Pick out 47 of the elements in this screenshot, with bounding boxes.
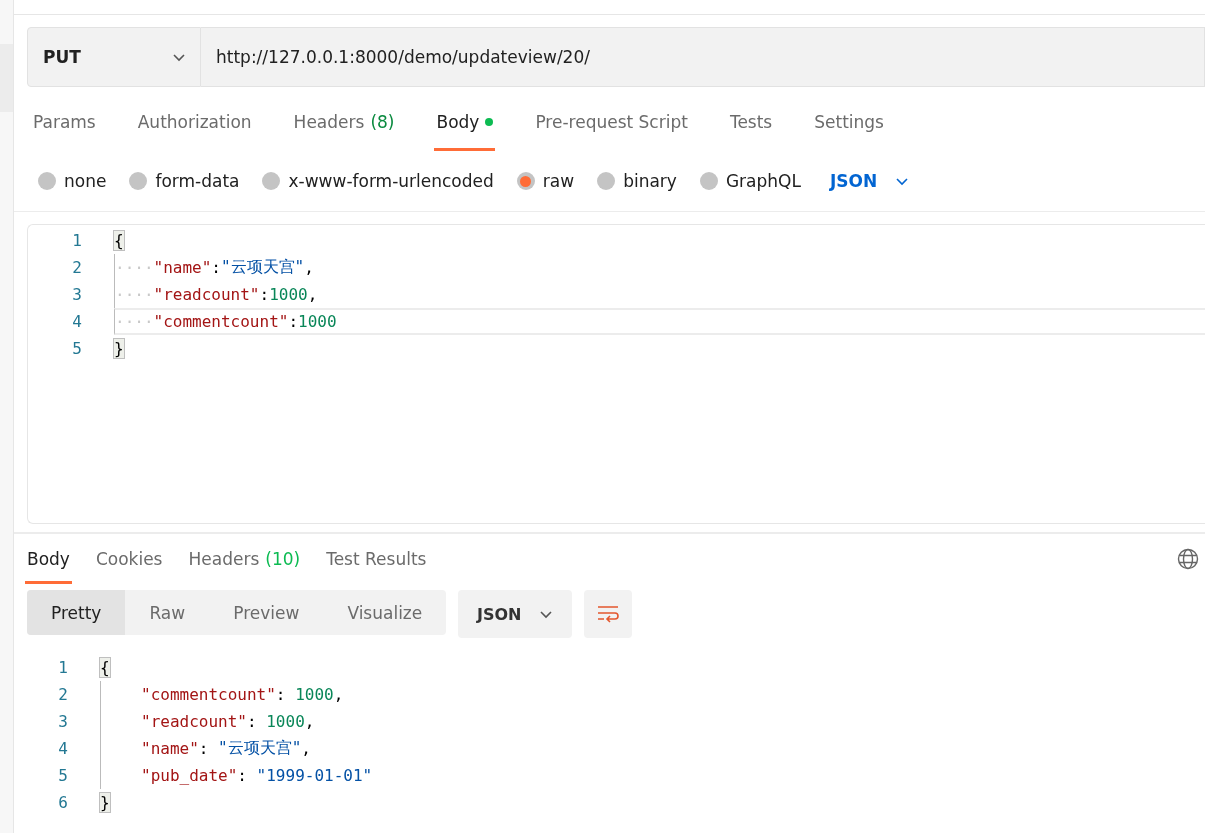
language-dropdown[interactable]: JSON — [829, 171, 910, 191]
line-number: 1 — [57, 657, 68, 679]
line-number: 3 — [57, 711, 68, 733]
response-tab[interactable]: Headers (10) — [186, 534, 303, 584]
body-type-radio[interactable]: none — [38, 171, 107, 191]
view-mode-tab[interactable]: Preview — [209, 590, 324, 635]
line-number: 2 — [57, 684, 68, 706]
request-tab[interactable]: Authorization — [135, 93, 254, 151]
request-tab[interactable]: Pre-request Script — [533, 93, 690, 151]
view-mode-tab[interactable]: Pretty — [27, 590, 126, 635]
line-number: 4 — [71, 311, 82, 333]
request-tab[interactable]: Params — [31, 93, 98, 151]
globe-icon[interactable] — [1177, 548, 1199, 570]
line-number: 5 — [57, 765, 68, 787]
response-tab[interactable]: Body — [25, 534, 72, 584]
body-type-radio[interactable]: binary — [597, 171, 677, 191]
line-number: 3 — [71, 284, 82, 306]
body-type-radio[interactable]: GraphQL — [699, 171, 801, 191]
line-number: 5 — [71, 338, 82, 360]
view-mode-tab[interactable]: Visualize — [323, 590, 447, 635]
line-number: 1 — [71, 230, 82, 252]
line-number: 6 — [57, 792, 68, 814]
code-line: ····"commentcount":1000 — [114, 308, 1205, 335]
code-line: ····"name":"云项天宫", — [114, 254, 1205, 281]
response-tab[interactable]: Cookies — [93, 534, 165, 584]
wrap-lines-icon — [596, 604, 621, 624]
wrap-lines-button[interactable] — [584, 590, 633, 638]
request-tab[interactable]: Tests — [727, 93, 775, 151]
code-editor[interactable]: 1 { 2 ····"name":"云项天宫", 3 ····"readcount":1000, 4 ····"commentcount":1000 5 } — [27, 224, 1205, 524]
body-type-radio[interactable]: form-data — [129, 171, 240, 191]
code-line: "readcount": 1000, — [100, 708, 315, 735]
request-tab[interactable]: Body — [434, 93, 496, 151]
code-line: "commentcount": 1000, — [100, 681, 344, 708]
format-dropdown[interactable]: JSON — [458, 590, 573, 638]
method-dropdown[interactable]: PUT — [27, 27, 201, 87]
code-line: "pub_date": "1999-01-01" — [100, 762, 373, 789]
request-tab[interactable]: Settings — [812, 93, 886, 151]
body-type-radio[interactable]: raw — [516, 171, 575, 191]
line-number: 2 — [71, 257, 82, 279]
code-line: ····"readcount":1000, — [114, 281, 1205, 308]
request-tab[interactable]: Headers (8) — [291, 93, 397, 151]
response-tab[interactable]: Test Results — [324, 534, 429, 584]
body-type-radio[interactable]: x-www-form-urlencoded — [262, 171, 494, 191]
view-mode-tab[interactable]: Raw — [125, 590, 210, 635]
code-line: "name": "云项天宫", — [100, 735, 311, 762]
url-field[interactable]: http://127.0.0.1:8000/demo/updateview/20/ — [201, 27, 1205, 87]
line-number: 4 — [57, 738, 68, 760]
